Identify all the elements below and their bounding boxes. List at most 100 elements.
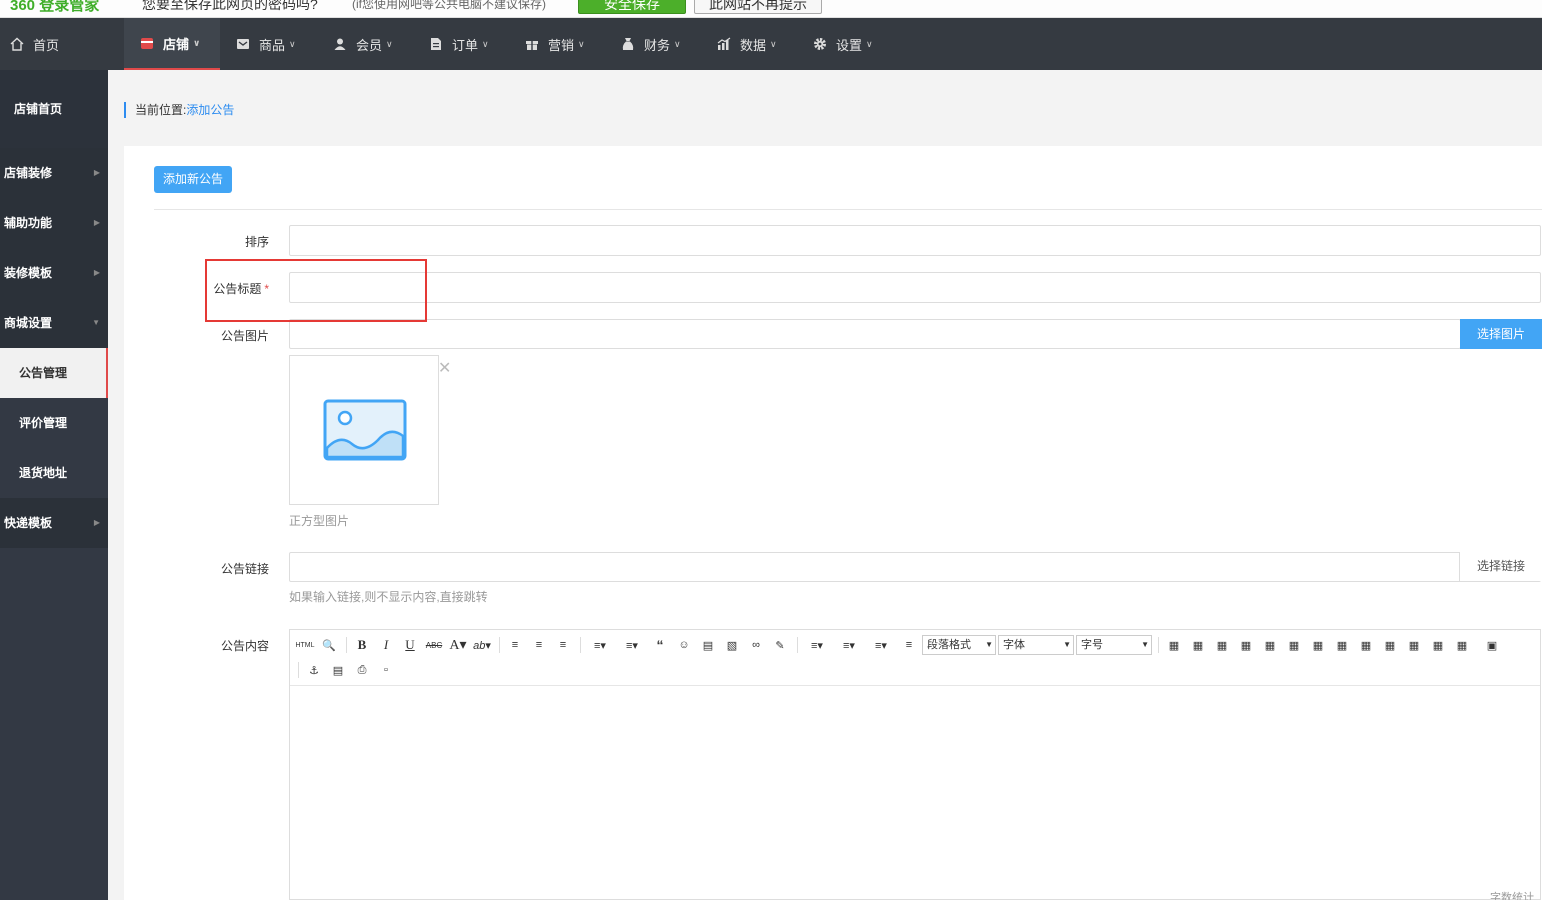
image-hint: 正方型图片: [289, 514, 350, 528]
preview-icon[interactable]: 🔍: [318, 636, 340, 654]
toolbar-separator: [499, 637, 500, 653]
insert-row-icon[interactable]: ▦: [1235, 636, 1257, 654]
font-color-icon[interactable]: A▾: [447, 636, 469, 654]
sidebar-group-label: 店铺装修: [4, 166, 53, 180]
nav-home-label: 首页: [33, 37, 60, 53]
sidebar-group-label: 装修模板: [4, 266, 53, 280]
insert-column-icon[interactable]: ▦: [1283, 636, 1305, 654]
chevron-down-icon: ∨: [386, 38, 393, 49]
safe-save-button[interactable]: 安全保存: [578, 0, 686, 14]
chevron-down-icon: ∨: [674, 38, 681, 49]
insert-caption-icon[interactable]: ▦: [1211, 636, 1233, 654]
sidebar-group-templates[interactable]: 装修模板 ▶: [0, 248, 108, 298]
save-password-note: (if您使用网吧等公共电脑不建议保存): [352, 0, 546, 11]
sort-label: 排序: [244, 235, 269, 249]
nav-order[interactable]: 订单 ∨: [429, 18, 489, 70]
strikethrough-icon[interactable]: ABC: [423, 636, 445, 654]
merge-right-icon[interactable]: ▦: [1355, 636, 1377, 654]
image-path-input[interactable]: [289, 319, 1461, 349]
nav-marketing[interactable]: 营销 ∨: [525, 18, 585, 70]
notice-link-input[interactable]: [289, 552, 1541, 582]
sidebar-group-express-templates[interactable]: 快递模板 ▶: [0, 498, 108, 548]
row-spacing-top-icon[interactable]: ≡▾: [802, 636, 832, 654]
toolbar-separator: [797, 637, 798, 653]
link-hint: 如果输入链接,则不显示内容,直接跳转: [289, 590, 488, 604]
sidebar-item-notice-management[interactable]: 公告管理: [0, 348, 108, 398]
font-family-select[interactable]: 字体 ▼: [998, 635, 1074, 655]
breadcrumb: 当前位置:添加公告: [124, 102, 234, 118]
nav-finance[interactable]: 财务 ∨: [621, 18, 681, 70]
split-rows-icon[interactable]: ▦: [1427, 636, 1449, 654]
line-height-icon[interactable]: ≡▾: [866, 636, 896, 654]
emoji-icon[interactable]: ☺: [673, 636, 695, 654]
nav-marketing-label: 营销: [548, 37, 575, 53]
background-color-icon[interactable]: ab▾: [471, 636, 493, 654]
paste-plain-icon[interactable]: ▫: [375, 661, 397, 679]
html-source-icon[interactable]: HTML: [294, 636, 316, 654]
sidebar-group-mall-settings[interactable]: 商城设置 ▼: [0, 298, 108, 348]
select-image-button[interactable]: 选择图片: [1460, 319, 1542, 349]
underline-icon[interactable]: U: [399, 636, 421, 654]
sidebar-item-review-management[interactable]: 评价管理: [0, 398, 108, 448]
sidebar-group-decoration[interactable]: 店铺装修 ▶: [0, 148, 108, 198]
align-right-icon[interactable]: ≡: [552, 636, 574, 654]
insert-link-icon[interactable]: ∞: [745, 636, 767, 654]
nav-member[interactable]: 会员 ∨: [333, 18, 393, 70]
add-notice-button[interactable]: 添加新公告: [154, 166, 232, 193]
remove-image-icon[interactable]: ✕: [438, 358, 451, 378]
nav-finance-label: 财务: [644, 37, 671, 53]
goods-icon: [237, 39, 249, 49]
sidebar-item-store-home[interactable]: 店铺首页: [0, 70, 108, 148]
notice-title-input[interactable]: [289, 272, 1541, 303]
gear-icon: [814, 38, 826, 50]
nav-store[interactable]: 店铺 ∨: [124, 18, 220, 70]
sidebar-group-label: 商城设置: [4, 316, 53, 330]
brand-logo: 360 登录管家: [10, 0, 100, 14]
row-spacing-bottom-icon[interactable]: ≡▾: [834, 636, 864, 654]
breadcrumb-current[interactable]: 添加公告: [186, 103, 234, 117]
indent-icon[interactable]: ≡: [898, 636, 920, 654]
anchor-icon[interactable]: ⚓: [303, 661, 325, 679]
insert-row-before-icon[interactable]: ▦: [1187, 636, 1209, 654]
never-prompt-button[interactable]: 此网站不再提示: [694, 0, 822, 14]
rich-text-editor[interactable]: HTML 🔍 B I U ABC A▾ ab▾ ≡ ≡ ≡ ≡▾ ≡▾ “ ☺ …: [289, 629, 1541, 900]
font-size-select[interactable]: 字号 ▼: [1076, 635, 1152, 655]
nav-settings[interactable]: 设置 ∨: [813, 18, 873, 70]
print-icon[interactable]: ⎙: [351, 661, 373, 679]
nav-data-label: 数据: [740, 37, 767, 53]
unordered-list-icon[interactable]: ≡▾: [617, 636, 647, 654]
image-preview[interactable]: [289, 355, 439, 505]
ordered-list-icon[interactable]: ≡▾: [585, 636, 615, 654]
split-columns-icon[interactable]: ▦: [1451, 636, 1473, 654]
align-left-icon[interactable]: ≡: [504, 636, 526, 654]
page-break-icon[interactable]: ▤: [327, 661, 349, 679]
insert-video-icon[interactable]: ▧: [721, 636, 743, 654]
blockquote-icon[interactable]: “: [649, 636, 671, 654]
merge-cells-icon[interactable]: ▦: [1331, 636, 1353, 654]
italic-icon[interactable]: I: [375, 636, 397, 654]
select-link-button[interactable]: 选择链接: [1459, 552, 1542, 581]
merge-down-icon[interactable]: ▦: [1379, 636, 1401, 654]
clear-format-icon[interactable]: ✎: [769, 636, 791, 654]
insert-table-icon[interactable]: ▦: [1163, 636, 1185, 654]
bold-icon[interactable]: B: [351, 636, 373, 654]
chart-icon: [717, 37, 731, 50]
sidebar: 店铺首页 店铺装修 ▶ 辅助功能 ▶ 装修模板 ▶ 商城设置 ▼ 公告管理 评价…: [0, 70, 108, 900]
nav-data[interactable]: 数据 ∨: [717, 18, 777, 70]
align-center-icon[interactable]: ≡: [528, 636, 550, 654]
nav-home[interactable]: 首页: [10, 18, 59, 70]
fullscreen-icon[interactable]: ▣: [1481, 636, 1503, 654]
delete-column-icon[interactable]: ▦: [1307, 636, 1329, 654]
insert-image-icon[interactable]: ▤: [697, 636, 719, 654]
dropdown-arrow-icon: ▼: [1063, 640, 1071, 649]
sort-input[interactable]: [289, 225, 1541, 256]
split-cells-icon[interactable]: ▦: [1403, 636, 1425, 654]
nav-goods[interactable]: 商品 ∨: [236, 18, 296, 70]
store-icon: [141, 38, 153, 49]
paragraph-format-select[interactable]: 段落格式 ▼: [922, 635, 996, 655]
link-label: 公告链接: [220, 562, 269, 576]
sidebar-group-auxiliary[interactable]: 辅助功能 ▶: [0, 198, 108, 248]
sidebar-item-return-address[interactable]: 退货地址: [0, 448, 108, 498]
chevron-down-icon: ∨: [866, 38, 873, 49]
delete-row-icon[interactable]: ▦: [1259, 636, 1281, 654]
